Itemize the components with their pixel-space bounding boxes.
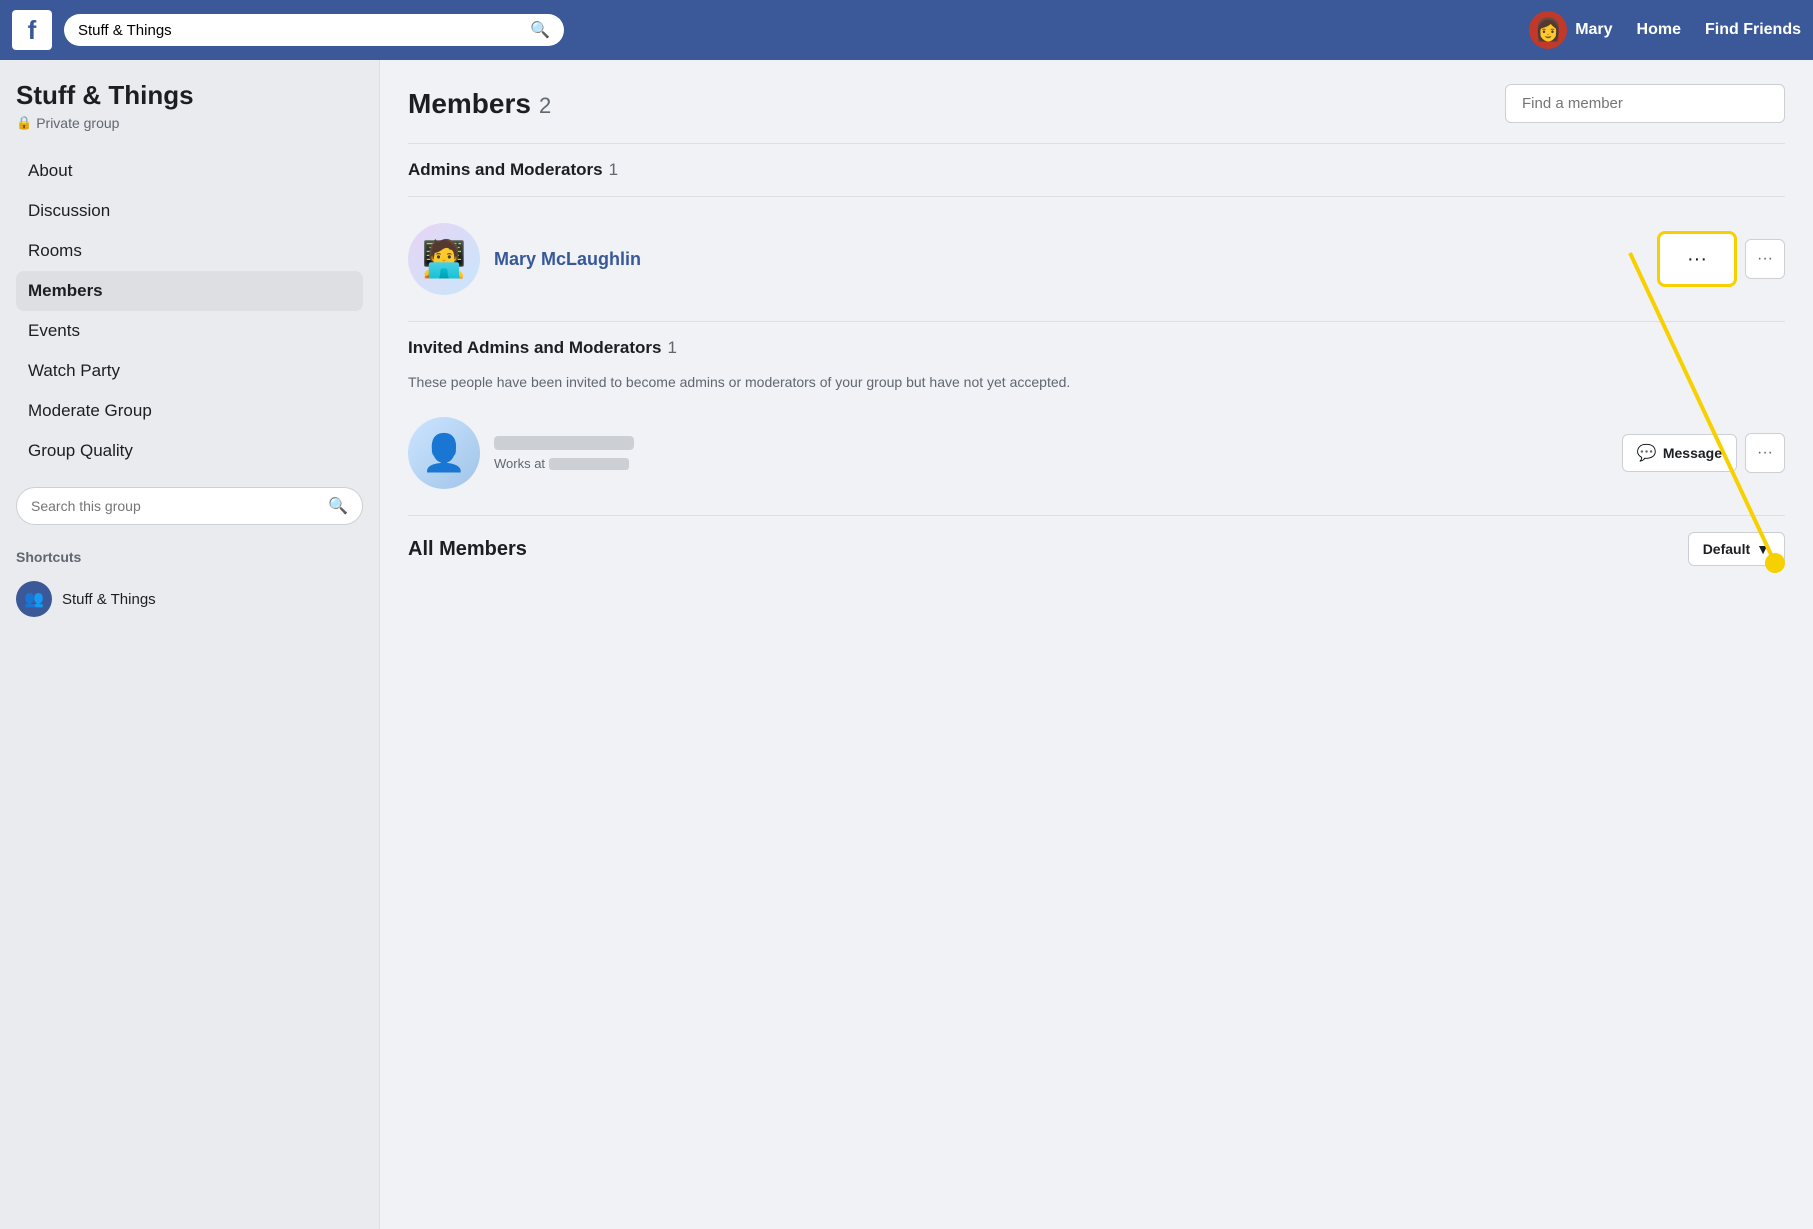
group-type: 🔒 Private group [16,115,363,131]
invited-member-row: 👤 Works at 💬 Message ··· [408,407,1785,499]
sidebar-item-watch-party[interactable]: Watch Party [16,351,363,391]
sidebar-item-rooms[interactable]: Rooms [16,231,363,271]
top-navigation: f 🔍 👩 Mary Home Find Friends [0,0,1813,60]
home-nav-link[interactable]: Home [1637,21,1681,39]
chevron-down-icon: ▼ [1756,541,1770,557]
sidebar-navigation: About Discussion Rooms Members Events Wa… [16,151,363,471]
lock-icon: 🔒 [16,115,32,131]
message-button[interactable]: 💬 Message [1622,434,1737,472]
members-header: Members 2 [408,84,1785,123]
sidebar-item-about[interactable]: About [16,151,363,191]
invited-desc: These people have been invited to become… [408,372,1785,393]
shortcut-stuff-things[interactable]: 👥 Stuff & Things [16,575,363,623]
search-group-icon: 🔍 [328,496,348,516]
admins-section-title: Admins and Moderators 1 [408,160,1785,180]
facebook-logo[interactable]: f [12,10,52,50]
search-bar[interactable]: 🔍 [64,14,564,46]
invited-three-dots-button[interactable]: ··· [1745,433,1785,473]
invited-avatar: 👤 [408,417,480,489]
invited-name-redacted [494,436,634,450]
admin-three-dots-button[interactable]: ··· [1745,239,1785,279]
all-members-title: All Members [408,538,527,561]
group-title: Stuff & Things [16,80,363,111]
divider3 [408,321,1785,322]
shortcuts-label: Shortcuts [16,549,363,565]
all-members-row: All Members Default ▼ [408,532,1785,566]
user-profile-nav[interactable]: 👩 Mary [1529,11,1612,49]
sidebar-item-discussion[interactable]: Discussion [16,191,363,231]
search-icon: 🔍 [530,20,550,40]
admin-three-dots-highlighted-button[interactable]: ··· [1657,231,1737,287]
admin-member-name[interactable]: Mary McLaughlin [494,249,641,270]
divider [408,143,1785,144]
admin-member-actions: ··· ··· [1657,231,1785,287]
admin-member-row: 🧑‍💻 Mary McLaughlin ··· ··· [408,213,1785,305]
divider2 [408,196,1785,197]
avatar: 👩 [1529,11,1567,49]
find-friends-nav-link[interactable]: Find Friends [1705,21,1801,39]
invited-member-info: Works at [494,436,634,471]
members-count: 2 [539,93,551,119]
nav-right: 👩 Mary Home Find Friends [1529,11,1801,49]
sidebar-item-events[interactable]: Events [16,311,363,351]
invited-works-redacted [549,458,629,470]
shortcut-group-icon: 👥 [16,581,52,617]
search-input[interactable] [78,22,522,39]
admin-avatar: 🧑‍💻 [408,223,480,295]
invited-member-sub: Works at [494,456,634,471]
invited-section-title: Invited Admins and Moderators 1 [408,338,1785,358]
search-group-box[interactable]: 🔍 [16,487,363,525]
sidebar: Stuff & Things 🔒 Private group About Dis… [0,60,380,1229]
invited-member-actions: 💬 Message ··· [1622,433,1785,473]
sidebar-item-members[interactable]: Members [16,271,363,311]
shortcut-label: Stuff & Things [62,591,156,608]
search-group-input[interactable] [31,498,320,514]
messenger-icon: 💬 [1637,443,1657,463]
default-sort-button[interactable]: Default ▼ [1688,532,1785,566]
admin-member-section: 🧑‍💻 Mary McLaughlin ··· ··· [408,213,1785,305]
user-name-nav: Mary [1575,21,1612,39]
find-member-input[interactable] [1505,84,1785,123]
sidebar-item-group-quality[interactable]: Group Quality [16,431,363,471]
divider4 [408,515,1785,516]
members-title: Members 2 [408,88,551,120]
main-content: Members 2 Admins and Moderators 1 🧑‍💻 Ma… [380,60,1813,1229]
sidebar-item-moderate-group[interactable]: Moderate Group [16,391,363,431]
